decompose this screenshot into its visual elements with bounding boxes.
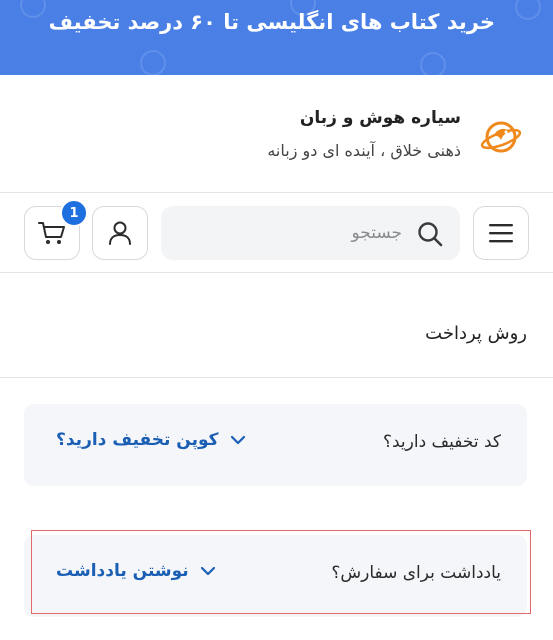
pattern-icon [20,0,46,18]
coupon-toggle-link[interactable]: کوپن تخفیف دارید؟ [56,430,247,450]
brand-tagline: ذهنی خلاق ، آینده ای دو زبانه [267,141,461,160]
selection-highlight [31,530,531,614]
toolbar: 1 [0,193,553,273]
cart-icon [38,222,65,244]
brand-name[interactable]: سیاره هوش و زبان [300,108,461,128]
planet-bird-logo-icon[interactable] [479,115,523,159]
user-icon [109,221,131,245]
coupon-question-label: کد تخفیف دارید؟ [382,432,501,452]
chevron-down-icon[interactable] [229,431,247,449]
cart-count-badge: 1 [60,199,88,227]
search-input[interactable] [232,219,402,247]
search-icon[interactable] [416,220,444,248]
menu-button[interactable] [473,206,529,260]
pattern-icon [515,0,541,20]
search-box[interactable] [161,206,460,260]
coupon-accordion[interactable]: کد تخفیف دارید؟ کوپن تخفیف دارید؟ [24,404,527,486]
pattern-icon [140,50,166,75]
coupon-link-text[interactable]: کوپن تخفیف دارید؟ [56,430,219,450]
account-button[interactable] [92,206,148,260]
pattern-icon [420,52,446,75]
divider [0,377,553,378]
promo-banner[interactable]: خرید کتاب های انگلیسی تا ۶۰ درصد تخفیف [0,0,553,75]
brand-header: سیاره هوش و زبان ذهنی خلاق ، آینده ای دو… [0,75,553,193]
payment-method-title: روش پرداخت [425,323,527,344]
promo-text[interactable]: خرید کتاب های انگلیسی تا ۶۰ درصد تخفیف [49,10,495,34]
hamburger-icon [489,224,513,243]
